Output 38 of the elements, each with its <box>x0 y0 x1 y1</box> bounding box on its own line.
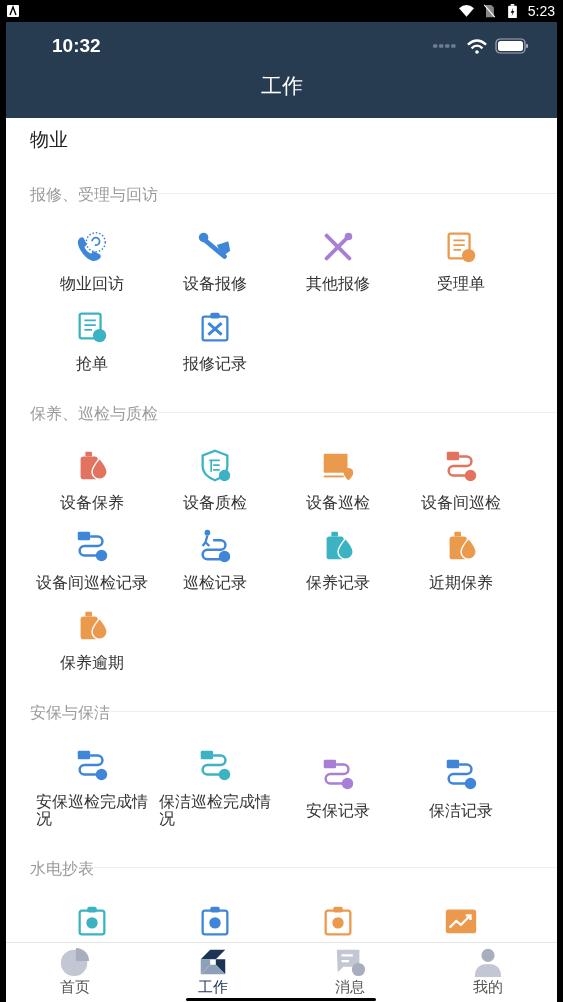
feature-label[interactable]: 巡检记录 <box>182 574 247 591</box>
status-time: 10:32 <box>52 35 101 57</box>
feature-label[interactable]: 设备报修 <box>182 275 247 292</box>
feature-label[interactable]: 受理单 <box>436 275 485 292</box>
feature-label[interactable]: 其他报修 <box>305 275 370 292</box>
nav-tab[interactable]: 我的 <box>419 943 557 997</box>
feature-label[interactable]: 保洁记录 <box>428 801 493 819</box>
feature-label[interactable]: 保养记录 <box>305 574 370 591</box>
section-title: 安保与保洁 <box>30 702 110 724</box>
category-title: 物业 <box>30 127 69 152</box>
feature-label[interactable]: 近期保养 <box>428 574 493 591</box>
feature-label[interactable]: 设备保养 <box>59 494 124 511</box>
wifi-icon <box>458 4 474 18</box>
feature-label[interactable]: 报修记录 <box>182 355 247 372</box>
pie-chart-icon <box>58 946 91 978</box>
feature-label[interactable]: 抢单 <box>75 355 108 372</box>
page-title: 工作 <box>259 73 304 100</box>
nav-tab[interactable]: 消息 <box>281 943 420 997</box>
feature-label[interactable]: 保洁巡检完成情况 <box>158 793 271 827</box>
feature-label[interactable]: 设备间巡检 <box>420 494 501 511</box>
signal-icon <box>433 44 459 48</box>
section-title: 保养、巡检与质检 <box>30 403 158 425</box>
feature-label[interactable]: 物业回访 <box>59 275 124 292</box>
feature-label[interactable]: 安保记录 <box>305 801 370 819</box>
feature-label[interactable]: 设备巡检 <box>305 494 370 511</box>
section-title: 报修、受理与回访 <box>30 184 158 206</box>
wifi-icon <box>467 38 487 54</box>
feature-label[interactable]: 设备间巡检记录 <box>35 574 148 591</box>
feature-label[interactable]: 设备质检 <box>182 494 247 511</box>
notification-icon <box>7 5 19 17</box>
feature-label[interactable]: 保养逾期 <box>59 654 124 671</box>
battery-icon <box>495 38 529 54</box>
no-sim-icon <box>481 4 497 18</box>
feature-label[interactable]: 安保巡检完成情况 <box>35 793 148 827</box>
status-time: 5:23 <box>527 3 555 19</box>
section-title: 水电抄表 <box>30 858 94 880</box>
nav-tab[interactable]: 工作 <box>143 943 282 997</box>
nav-tab[interactable]: 首页 <box>6 943 144 997</box>
